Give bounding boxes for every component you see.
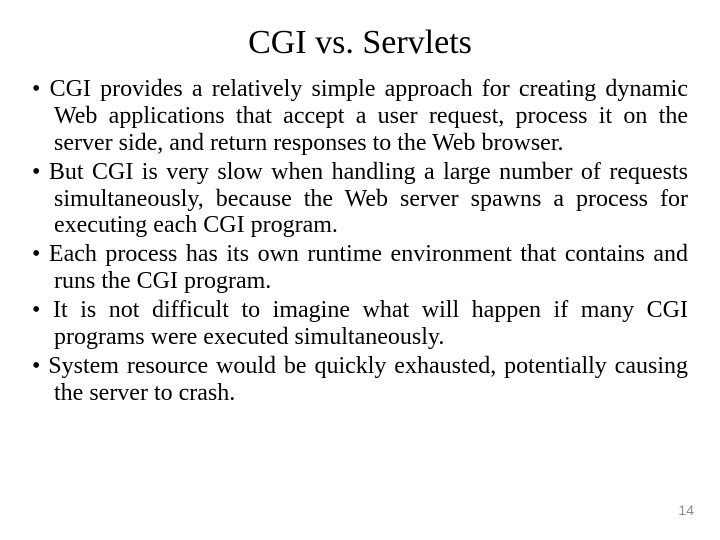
bullet-list: CGI provides a relatively simple approac…: [28, 76, 692, 407]
list-item: It is not difficult to imagine what will…: [32, 297, 688, 351]
slide: CGI vs. Servlets CGI provides a relative…: [0, 0, 720, 540]
list-item: CGI provides a relatively simple approac…: [32, 76, 688, 157]
list-item: Each process has its own runtime environ…: [32, 241, 688, 295]
list-item: System resource would be quickly exhaust…: [32, 353, 688, 407]
list-item: But CGI is very slow when handling a lar…: [32, 159, 688, 240]
slide-title: CGI vs. Servlets: [28, 24, 692, 62]
page-number: 14: [678, 502, 694, 518]
